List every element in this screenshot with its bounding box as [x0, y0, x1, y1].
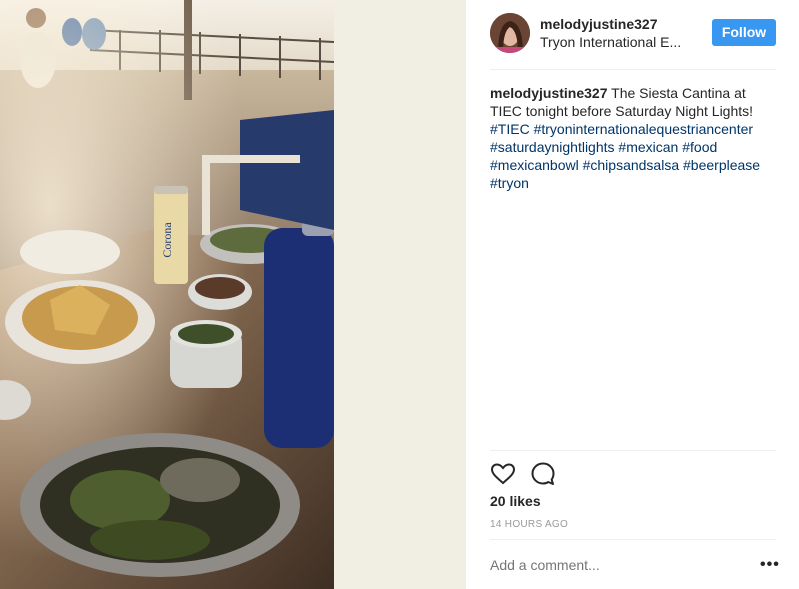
can-label: Corona	[160, 222, 174, 258]
hashtag-link[interactable]: #TIEC	[490, 121, 530, 137]
heart-icon[interactable]	[490, 461, 516, 487]
hashtag-link[interactable]: #saturdaynightlights	[490, 139, 615, 155]
follow-button[interactable]: Follow	[712, 19, 776, 46]
more-options-icon[interactable]: •••	[760, 557, 780, 573]
location-link[interactable]: Tryon International E...	[540, 33, 710, 51]
actions-divider	[490, 450, 776, 451]
caption-username-link[interactable]: melodyjustine327	[490, 85, 608, 101]
hashtag-link[interactable]: #food	[682, 139, 717, 155]
hashtag-link[interactable]: #mexicanbowl	[490, 157, 579, 173]
avatar[interactable]	[490, 13, 530, 53]
username-link[interactable]: melodyjustine327	[540, 15, 710, 33]
comment-bubble-icon[interactable]	[530, 461, 556, 487]
post-details-panel: melodyjustine327 Tryon International E..…	[466, 0, 799, 589]
comment-divider	[490, 539, 776, 540]
hashtag-link[interactable]: #mexican	[618, 139, 678, 155]
media-area: Corona	[0, 0, 466, 589]
hashtag-list: #TIEC #tryoninternationalequestriancente…	[490, 121, 760, 191]
user-block: melodyjustine327 Tryon International E..…	[540, 15, 710, 51]
post-header: melodyjustine327 Tryon International E..…	[490, 12, 776, 70]
hashtag-link[interactable]: #chipsandsalsa	[583, 157, 680, 173]
hashtag-link[interactable]: #tryoninternationalequestriancenter	[534, 121, 753, 137]
hashtag-link[interactable]: #beerplease	[683, 157, 760, 173]
add-comment-input[interactable]	[490, 557, 740, 573]
post-timestamp: 14 HOURS AGO	[490, 519, 569, 530]
caption: melodyjustine327 The Siesta Cantina at T…	[490, 84, 780, 192]
post-photo[interactable]: Corona	[0, 0, 334, 589]
hashtag-link[interactable]: #tryon	[490, 175, 529, 191]
likes-count[interactable]: 20 likes	[490, 493, 541, 509]
